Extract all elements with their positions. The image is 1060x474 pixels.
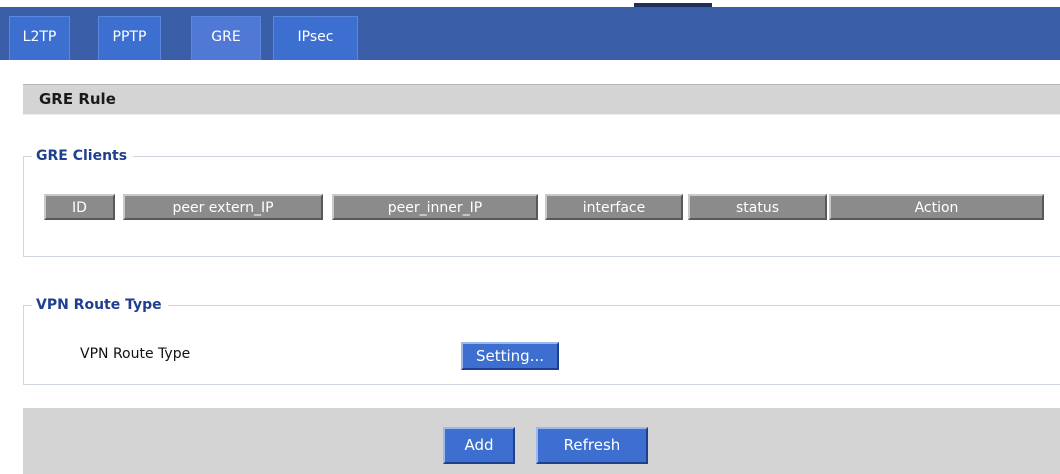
tab-l2tp[interactable]: L2TP [9,16,70,60]
vpn-route-type-legend: VPN Route Type [36,297,162,313]
column-header-interface: interface [545,194,683,220]
tab-pptp[interactable]: PPTP [98,16,161,60]
section-title: GRE Rule [23,84,1060,115]
column-header-action: Action [829,194,1044,220]
column-header-status: status [688,194,827,220]
column-header-id: ID [44,194,115,220]
vpn-route-type-label: VPN Route Type [80,346,191,362]
tab-gre[interactable]: GRE [191,16,261,60]
add-button[interactable]: Add [443,427,515,464]
gre-clients-legend: GRE Clients [36,148,128,164]
footer-bar: Add Refresh [23,408,1060,474]
refresh-button[interactable]: Refresh [536,427,648,464]
column-header-peer-inner-ip: peer_inner_IP [332,194,538,220]
tab-ipsec[interactable]: IPsec [273,16,358,60]
gre-clients-group: GRE Clients ID peer extern_IP peer_inner… [23,148,1060,257]
column-header-peer-extern-ip: peer extern_IP [123,194,323,220]
tab-bar: L2TP PPTP GRE IPsec [0,7,1060,60]
setting-button[interactable]: Setting... [461,342,559,370]
top-strip [0,0,1060,7]
vpn-route-type-group: VPN Route Type VPN Route Type Setting... [23,297,1060,385]
